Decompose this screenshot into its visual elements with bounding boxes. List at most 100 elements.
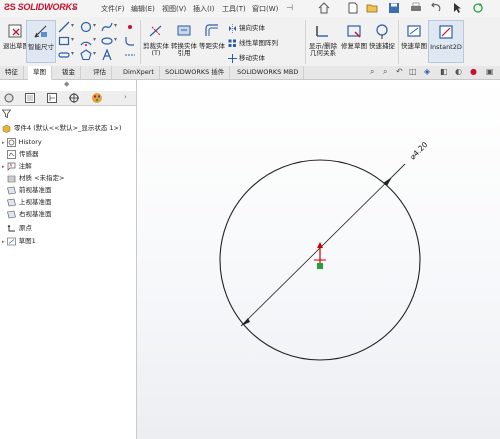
rebuild-icon[interactable]: [472, 2, 484, 14]
tree-item-right-plane[interactable]: 右视基准面: [7, 208, 52, 220]
view-orientation-icon[interactable]: ◈: [424, 67, 430, 76]
menu-arrow-icon[interactable]: ▸: [73, 3, 77, 12]
sketch-canvas[interactable]: ⌀4.20: [137, 80, 500, 439]
home-icon[interactable]: [318, 2, 330, 14]
display-style-icon[interactable]: ◧: [440, 67, 448, 76]
diameter-dimension-text[interactable]: ⌀4.20: [408, 140, 430, 162]
tree-item-history[interactable]: ▸ History: [2, 136, 42, 148]
spline-icon[interactable]: [101, 21, 113, 33]
display-relations-button[interactable]: 显示/删除几何关系: [308, 20, 338, 57]
configuration-manager-tab-icon[interactable]: [46, 92, 58, 104]
menu-insert[interactable]: 插入(I): [193, 4, 215, 14]
circle-dropdown-icon[interactable]: ▾: [93, 22, 96, 29]
tree-item-label: 传感器: [19, 150, 39, 158]
zoom-fit-icon[interactable]: ⌕: [370, 67, 374, 77]
display-relations-label: 显示/删除几何关系: [308, 42, 338, 57]
line-dropdown-icon[interactable]: ▾: [71, 22, 74, 29]
appearance-icon[interactable]: ●: [470, 67, 477, 76]
panel-more-icon[interactable]: ›: [124, 93, 127, 101]
smart-dimension-button[interactable]: 智能尺寸: [26, 20, 56, 63]
material-icon: [7, 175, 16, 182]
expand-arrow-icon[interactable]: ▸: [2, 140, 5, 146]
view-settings-icon[interactable]: ▣: [486, 67, 494, 76]
graphics-area[interactable]: ⌀4.20: [137, 80, 500, 439]
mirror-entities-button[interactable]: 镜向实体: [228, 22, 265, 33]
offset-entities-button[interactable]: 等距实体: [198, 20, 226, 50]
zoom-area-icon[interactable]: ⌕: [383, 67, 387, 77]
rectangle-icon[interactable]: [58, 35, 70, 47]
panel-tabs: ›: [0, 91, 136, 106]
tab-dimxpert[interactable]: DimXpert: [118, 66, 160, 79]
tab-features[interactable]: 特征: [0, 66, 24, 79]
filter-icon[interactable]: [2, 109, 11, 118]
tab-solidworks-mbd[interactable]: SOLIDWORKS MBD: [232, 66, 305, 79]
hide-show-icon[interactable]: ◐: [455, 67, 462, 76]
panel-collapse-handle[interactable]: ◆: [64, 80, 69, 88]
menu-file[interactable]: 文件(F): [101, 4, 125, 14]
slot-dropdown-icon[interactable]: ▾: [71, 50, 74, 57]
text-icon[interactable]: [101, 49, 113, 61]
diameter-dimension-line[interactable]: [240, 163, 406, 327]
tree-item-sketch1[interactable]: ▸ 草图1: [2, 235, 36, 247]
trim-entities-button[interactable]: 剪裁实体(T): [142, 20, 170, 57]
instant2d-button[interactable]: Instant2D: [428, 20, 464, 63]
pin-icon[interactable]: ⊣: [286, 3, 293, 12]
tab-solidworks-addins[interactable]: SOLIDWORKS 插件: [160, 66, 231, 79]
ellipse-icon[interactable]: [101, 35, 113, 47]
repair-sketch-button[interactable]: 修复草图: [340, 20, 368, 50]
tree-item-label: 草图1: [18, 237, 36, 245]
undo-icon[interactable]: [430, 2, 442, 14]
fillet-icon[interactable]: [124, 35, 136, 47]
select-arrow-icon[interactable]: [452, 2, 464, 14]
tab-sheet-metal[interactable]: 钣金: [57, 66, 81, 79]
tree-item-top-plane[interactable]: 上视基准面: [7, 196, 52, 208]
section-view-icon[interactable]: ◫: [409, 67, 417, 76]
expand-arrow-icon[interactable]: ▸: [2, 164, 5, 170]
print-icon[interactable]: [410, 2, 422, 14]
arc-icon[interactable]: [80, 35, 92, 47]
open-folder-icon[interactable]: [366, 2, 378, 14]
ribbon-separator: [398, 20, 399, 64]
polygon-icon[interactable]: [80, 49, 92, 61]
tree-item-annotations[interactable]: ▸ A 注解: [2, 160, 32, 172]
tree-item-label: 注解: [18, 162, 32, 170]
arc-dropdown-icon[interactable]: ▾: [93, 36, 96, 43]
rapid-sketch-button[interactable]: 快速草图: [400, 20, 428, 50]
origin-center-point[interactable]: [317, 263, 323, 269]
spline-dropdown-icon[interactable]: ▾: [114, 22, 117, 29]
rectangle-dropdown-icon[interactable]: ▾: [71, 36, 74, 43]
tree-item-front-plane[interactable]: 前视基准面: [7, 184, 52, 196]
save-icon[interactable]: [388, 2, 400, 14]
tree-item-origin[interactable]: 原点: [7, 222, 32, 234]
menu-view[interactable]: 视图(V): [162, 4, 186, 14]
slot-icon[interactable]: [58, 49, 70, 61]
tree-root-part[interactable]: 零件4 (默认<<默认>_显示状态 1>): [2, 122, 122, 134]
dimension-leader: [391, 163, 406, 178]
tab-evaluate[interactable]: 评估: [88, 66, 112, 79]
dimxpert-manager-tab-icon[interactable]: [68, 92, 80, 104]
circle-icon[interactable]: [80, 21, 92, 33]
polygon-dropdown-icon[interactable]: ▾: [93, 50, 96, 57]
move-entities-button[interactable]: 移动实体: [228, 52, 265, 63]
new-document-icon[interactable]: [347, 2, 359, 14]
menu-edit[interactable]: 编辑(E): [131, 4, 155, 14]
convert-entities-icon: [177, 25, 191, 36]
menu-tools[interactable]: 工具(T): [222, 4, 246, 14]
expand-arrow-icon[interactable]: ▸: [2, 239, 5, 245]
linear-pattern-button[interactable]: 线性草图阵列: [228, 37, 278, 48]
convert-entities-button[interactable]: 转换实体引用: [170, 20, 198, 57]
line-icon[interactable]: [58, 21, 70, 33]
feature-manager-tab-icon[interactable]: [3, 92, 15, 104]
display-manager-tab-icon[interactable]: [91, 92, 103, 104]
previous-view-icon[interactable]: ↶: [396, 67, 403, 76]
ellipse-dropdown-icon[interactable]: ▾: [114, 36, 117, 43]
tab-sketch[interactable]: 草图: [28, 66, 52, 80]
centerline-icon[interactable]: [124, 49, 136, 61]
point-icon[interactable]: [124, 21, 136, 33]
property-manager-tab-icon[interactable]: [24, 92, 36, 104]
instant2d-icon: [439, 25, 453, 39]
tree-item-material[interactable]: 材质 <未指定>: [7, 172, 64, 184]
menu-window[interactable]: 窗口(W): [252, 4, 278, 14]
quick-snaps-button[interactable]: 快速捕捉: [368, 20, 396, 50]
tree-item-sensors[interactable]: 传感器: [7, 148, 39, 160]
